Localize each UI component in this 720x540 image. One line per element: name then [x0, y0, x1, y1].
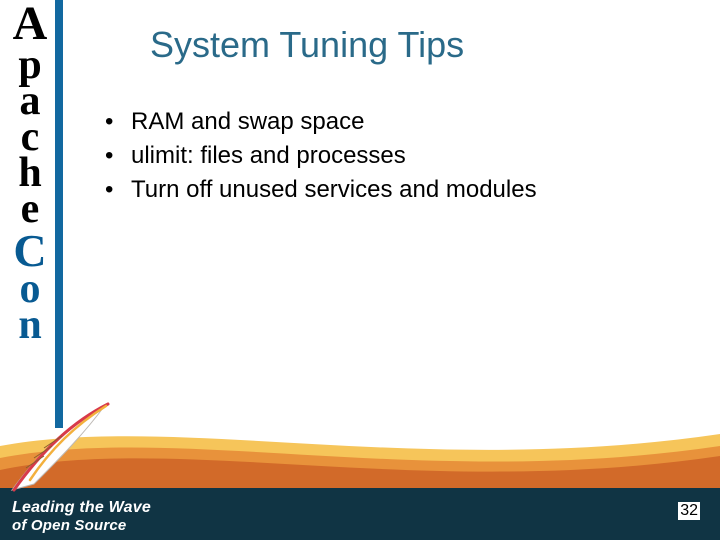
footer-tagline: Leading the Wave of Open Source: [12, 499, 151, 534]
bullet-icon: •: [105, 105, 131, 139]
bullet-list: • RAM and swap space • ulimit: files and…: [105, 105, 537, 207]
feather-icon: [4, 398, 134, 498]
footer-line-1: Leading the Wave: [12, 499, 151, 517]
footer-line-2: of Open Source: [12, 517, 151, 534]
list-item: • Turn off unused services and modules: [105, 173, 537, 207]
slide-title: System Tuning Tips: [150, 24, 464, 66]
sidebar-logo: A p a c h e C o n: [0, 0, 62, 428]
page-number: 32: [678, 502, 700, 520]
sidebar-accent-line: [55, 0, 63, 428]
bullet-text: RAM and swap space: [131, 105, 364, 139]
bullet-text: ulimit: files and processes: [131, 139, 406, 173]
list-item: • ulimit: files and processes: [105, 139, 537, 173]
apachecon-vertical-text: A p a c h e C o n: [6, 0, 54, 428]
bullet-icon: •: [105, 139, 131, 173]
list-item: • RAM and swap space: [105, 105, 537, 139]
bullet-text: Turn off unused services and modules: [131, 173, 537, 207]
bullet-icon: •: [105, 173, 131, 207]
